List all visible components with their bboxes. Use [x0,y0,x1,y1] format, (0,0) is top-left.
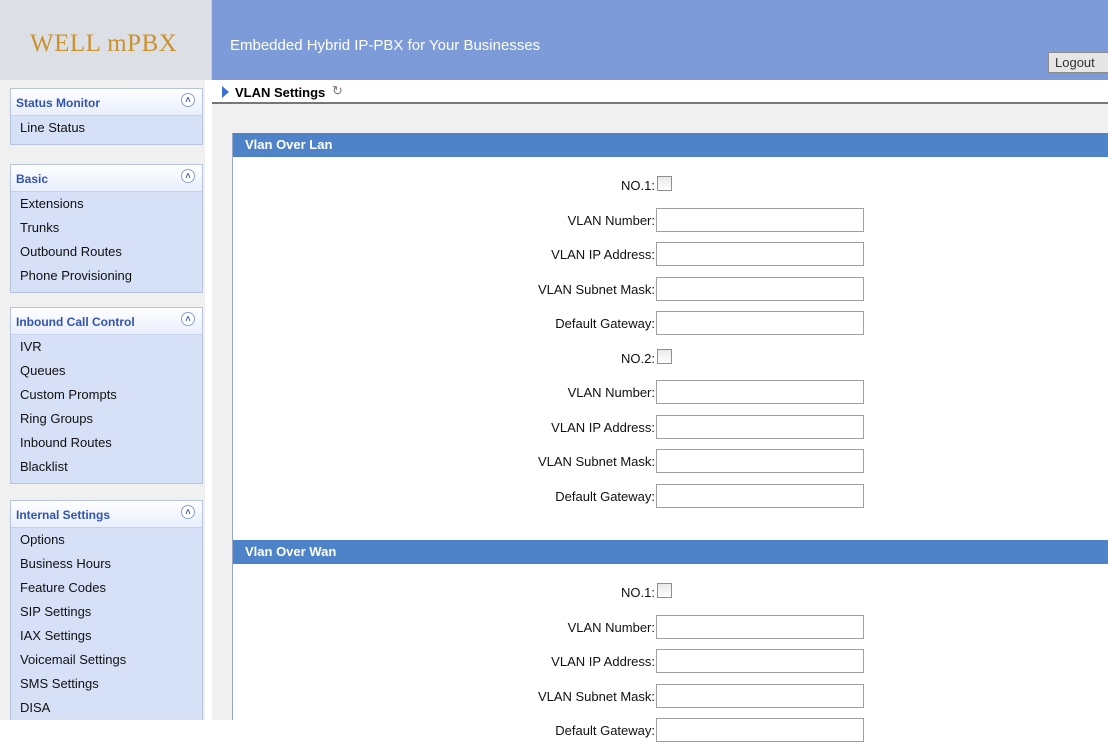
form-row: NO.1: [233,580,1108,606]
form-row: NO.1: [233,173,1108,199]
sidebar-item-sip-settings[interactable]: SIP Settings [11,600,202,624]
form-row: VLAN IP Address: [233,414,1108,441]
form-row: Default Gateway: [233,483,1108,510]
sidebar-group-header[interactable]: Status Monitor ˄ [11,89,202,116]
default-gateway-input[interactable] [656,718,864,742]
form-row: VLAN IP Address: [233,649,1108,675]
field-label: VLAN Subnet Mask: [537,281,655,297]
sidebar-item-ivr[interactable]: IVR [11,335,202,359]
enable-checkbox[interactable] [657,348,672,364]
sidebar-group-header[interactable]: Basic ˄ [11,165,202,192]
form-row: Default Gateway: [233,311,1108,337]
header-bar: Embedded Hybrid IP-PBX for Your Business… [212,0,1108,80]
sidebar: Status Monitor ˄ Line Status Basic ˄ Extensio… [0,80,205,720]
form-row: VLAN Number: [233,380,1108,406]
field-label: Default Gateway: [555,723,655,738]
sidebar-group-title: Basic [16,172,49,186]
sidebar-item-line-status[interactable]: Line Status [11,116,202,140]
sidebar-item-phone-provisioning[interactable]: Phone Provisioning [11,264,202,288]
sidebar-item-extensions[interactable]: Extensions [11,192,202,216]
field-label: VLAN Number: [567,385,655,400]
sidebar-item-outbound-routes[interactable]: Outbound Routes [11,240,202,264]
sidebar-group-header[interactable]: Internal Settings ˄ [11,501,202,528]
vlan-number-input[interactable] [656,614,864,639]
sidebar-group-title: Inbound Call Control [16,315,135,329]
collapse-icon[interactable]: ˄ [181,93,195,107]
field-label: NO.2: [621,350,655,366]
sidebar-item-ring-groups[interactable]: Ring Groups [11,407,202,431]
form-row: Default Gateway: [233,718,1108,744]
sidebar-group-inbound-call-control: Inbound Call Control ˄ IVR Queues Custom Pro… [10,307,203,484]
section-header-vlan-over-wan: Vlan Over Wan [233,540,1108,564]
field-label: VLAN Number: [567,619,655,635]
field-label: NO.1: [621,178,655,193]
field-label: NO.1: [621,585,655,600]
field-label: VLAN IP Address: [551,247,655,262]
enable-checkbox[interactable] [657,176,672,191]
sidebar-item-options[interactable]: Options [11,528,202,552]
sidebar-group-basic: Basic ˄ Extensions Trunks Outbound Routes Pho… [10,164,203,293]
sidebar-item-inbound-routes[interactable]: Inbound Routes [11,431,202,455]
sidebar-group-title: Status Monitor [16,96,100,110]
logo-area: WELL mPBX [0,0,212,80]
field-label: VLAN Subnet Mask: [537,688,655,704]
form-row: VLAN Subnet Mask: [233,276,1108,303]
vlan-subnet-mask-input[interactable] [656,276,864,301]
sidebar-item-iax-settings[interactable]: IAX Settings [11,624,202,648]
sidebar-group-status-monitor: Status Monitor ˄ Line Status [10,88,203,145]
sidebar-group-title: Internal Settings [16,508,111,522]
field-label: Default Gateway: [555,316,655,331]
logout-button[interactable]: Logout [1048,52,1108,73]
breadcrumb: VLAN Settings ↻ [212,80,1108,104]
header-tagline: Embedded Hybrid IP-PBX for Your Business… [230,37,541,54]
sidebar-group-internal-settings: Internal Settings ˄ Options Business Hours F… [10,500,203,720]
default-gateway-input[interactable] [656,483,864,508]
form-row: NO.2: [233,346,1108,372]
form-row: VLAN Number: [233,614,1108,641]
vlan-ip-address-input[interactable] [656,414,864,439]
sidebar-group-header[interactable]: Inbound Call Control ˄ [11,308,202,335]
vlan-ip-address-input[interactable] [656,242,864,266]
default-gateway-input[interactable] [656,311,864,335]
sidebar-item-feature-codes[interactable]: Feature Codes [11,576,202,600]
sidebar-item-disa[interactable]: DISA [11,696,202,720]
vlan-number-input[interactable] [656,380,864,404]
logo: WELL mPBX [30,30,178,57]
main-content: VLAN Settings ↻ Vlan Over Lan NO.1: VLAN N… [212,80,1108,742]
collapse-icon[interactable]: ˄ [181,312,195,326]
sidebar-item-custom-prompts[interactable]: Custom Prompts [11,383,202,407]
sidebar-item-blacklist[interactable]: Blacklist [11,455,202,479]
refresh-icon[interactable]: ↻ [332,83,343,99]
enable-checkbox[interactable] [657,583,672,598]
collapse-icon[interactable]: ˄ [181,169,195,183]
form-row: VLAN Number: [233,207,1108,234]
sidebar-item-voicemail-settings[interactable]: Voicemail Settings [11,648,202,672]
vlan-settings-panel: Vlan Over Lan NO.1: VLAN Number: VLAN IP Ad… [232,133,1108,742]
form-row: VLAN Subnet Mask: [233,683,1108,710]
vlan-ip-address-input[interactable] [656,649,864,673]
field-label: Default Gateway: [555,488,655,504]
field-label: VLAN Subnet Mask: [537,454,655,469]
sidebar-item-sms-settings[interactable]: SMS Settings [11,672,202,696]
vlan-subnet-mask-input[interactable] [656,449,864,473]
vlan-subnet-mask-input[interactable] [656,683,864,708]
section-header-vlan-over-lan: Vlan Over Lan [233,133,1108,157]
field-label: VLAN IP Address: [551,419,655,435]
breadcrumb-arrow-icon [222,86,229,98]
vlan-number-input[interactable] [656,207,864,232]
form-row: VLAN IP Address: [233,242,1108,268]
field-label: VLAN IP Address: [551,654,655,669]
field-label: VLAN Number: [567,212,655,228]
page-title: VLAN Settings [235,85,326,100]
sidebar-item-trunks[interactable]: Trunks [11,216,202,240]
sidebar-item-business-hours[interactable]: Business Hours [11,552,202,576]
sidebar-item-queues[interactable]: Queues [11,359,202,383]
form-row: VLAN Subnet Mask: [233,449,1108,475]
collapse-icon[interactable]: ˄ [181,505,195,519]
